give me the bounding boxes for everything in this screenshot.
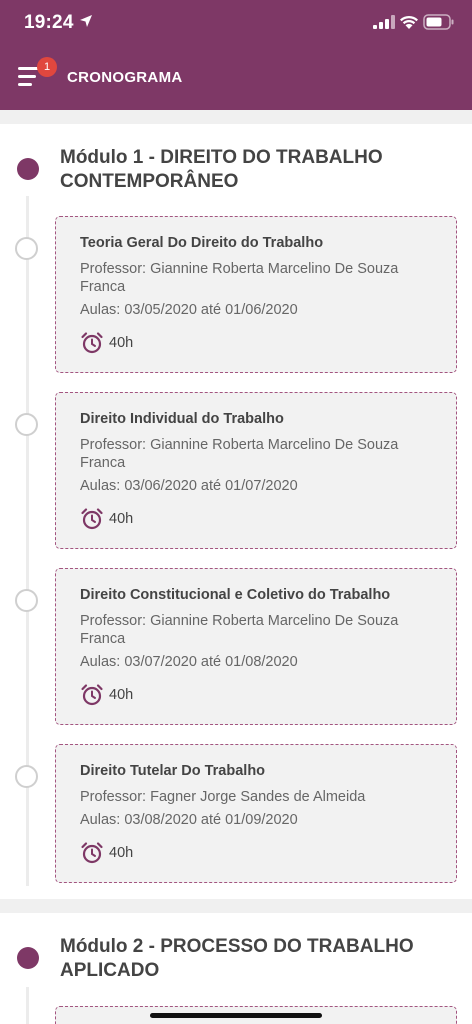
timeline-node [15, 765, 38, 788]
course-hours: 40h [109, 845, 134, 861]
course-title: Direito Individual do Trabalho [80, 411, 284, 427]
course-professor: Professor: Giannine Roberta Marcelino De… [80, 437, 399, 471]
course-dates: Aulas: 03/08/2020 até 01/09/2020 [80, 812, 298, 828]
course-card[interactable]: Teoria Geral Do Direito do Trabalho Prof… [55, 216, 457, 373]
timeline-line [26, 987, 29, 1024]
course-dates: Aulas: 03/05/2020 até 01/06/2020 [80, 302, 298, 318]
course-hours: 40h [109, 511, 134, 527]
alarm-clock-icon [81, 684, 103, 706]
course-professor: Professor: Giannine Roberta Marcelino De… [80, 613, 399, 647]
course-title: Direito Constitucional e Coletivo do Tra… [80, 587, 391, 603]
module-title[interactable]: Módulo 1 - DIREITO DO TRABALHO CONTEMPOR… [60, 146, 450, 194]
course-card[interactable]: Direito Individual do Trabalho Professor… [55, 392, 457, 549]
course-title: Teoria Geral Do Direito do Trabalho [80, 235, 324, 251]
module-marker [17, 158, 39, 180]
signal-icon [373, 15, 395, 29]
timeline-node [15, 237, 38, 260]
course-professor: Professor: Giannine Roberta Marcelino De… [80, 261, 399, 295]
course-hours: 40h [109, 335, 134, 351]
status-time: 19:24 [24, 12, 74, 33]
course-professor: Professor: Fagner Jorge Sandes de Almeid… [80, 789, 366, 805]
module-title[interactable]: Módulo 2 - PROCESSO DO TRABALHO APLICADO [60, 935, 450, 983]
course-card[interactable]: Direito Tutelar Do Trabalho Professor: F… [55, 744, 457, 883]
location-arrow-icon [80, 15, 92, 27]
alarm-clock-icon [81, 508, 103, 530]
timeline-node [15, 589, 38, 612]
battery-icon [423, 14, 454, 30]
alarm-clock-icon [81, 332, 103, 354]
module-marker [17, 947, 39, 969]
course-hours: 40h [109, 687, 134, 703]
home-indicator [150, 1013, 322, 1018]
course-dates: Aulas: 03/06/2020 até 01/07/2020 [80, 478, 298, 494]
course-title: Direito Tutelar Do Trabalho [80, 763, 266, 779]
module-section-1: Módulo 1 - DIREITO DO TRABALHO CONTEMPOR… [0, 124, 472, 899]
notification-badge: 1 [37, 57, 57, 77]
page-title: CRONOGRAMA [67, 69, 183, 86]
alarm-clock-icon [81, 842, 103, 864]
course-card[interactable]: Direito Constitucional e Coletivo do Tra… [55, 568, 457, 725]
course-dates: Aulas: 03/07/2020 até 01/08/2020 [80, 654, 298, 670]
timeline-node [15, 413, 38, 436]
app-header: 19:24 1 CRONOGRAMA [0, 0, 472, 110]
wifi-icon [400, 15, 418, 29]
module-section-2: Módulo 2 - PROCESSO DO TRABALHO APLICADO [0, 913, 472, 1024]
